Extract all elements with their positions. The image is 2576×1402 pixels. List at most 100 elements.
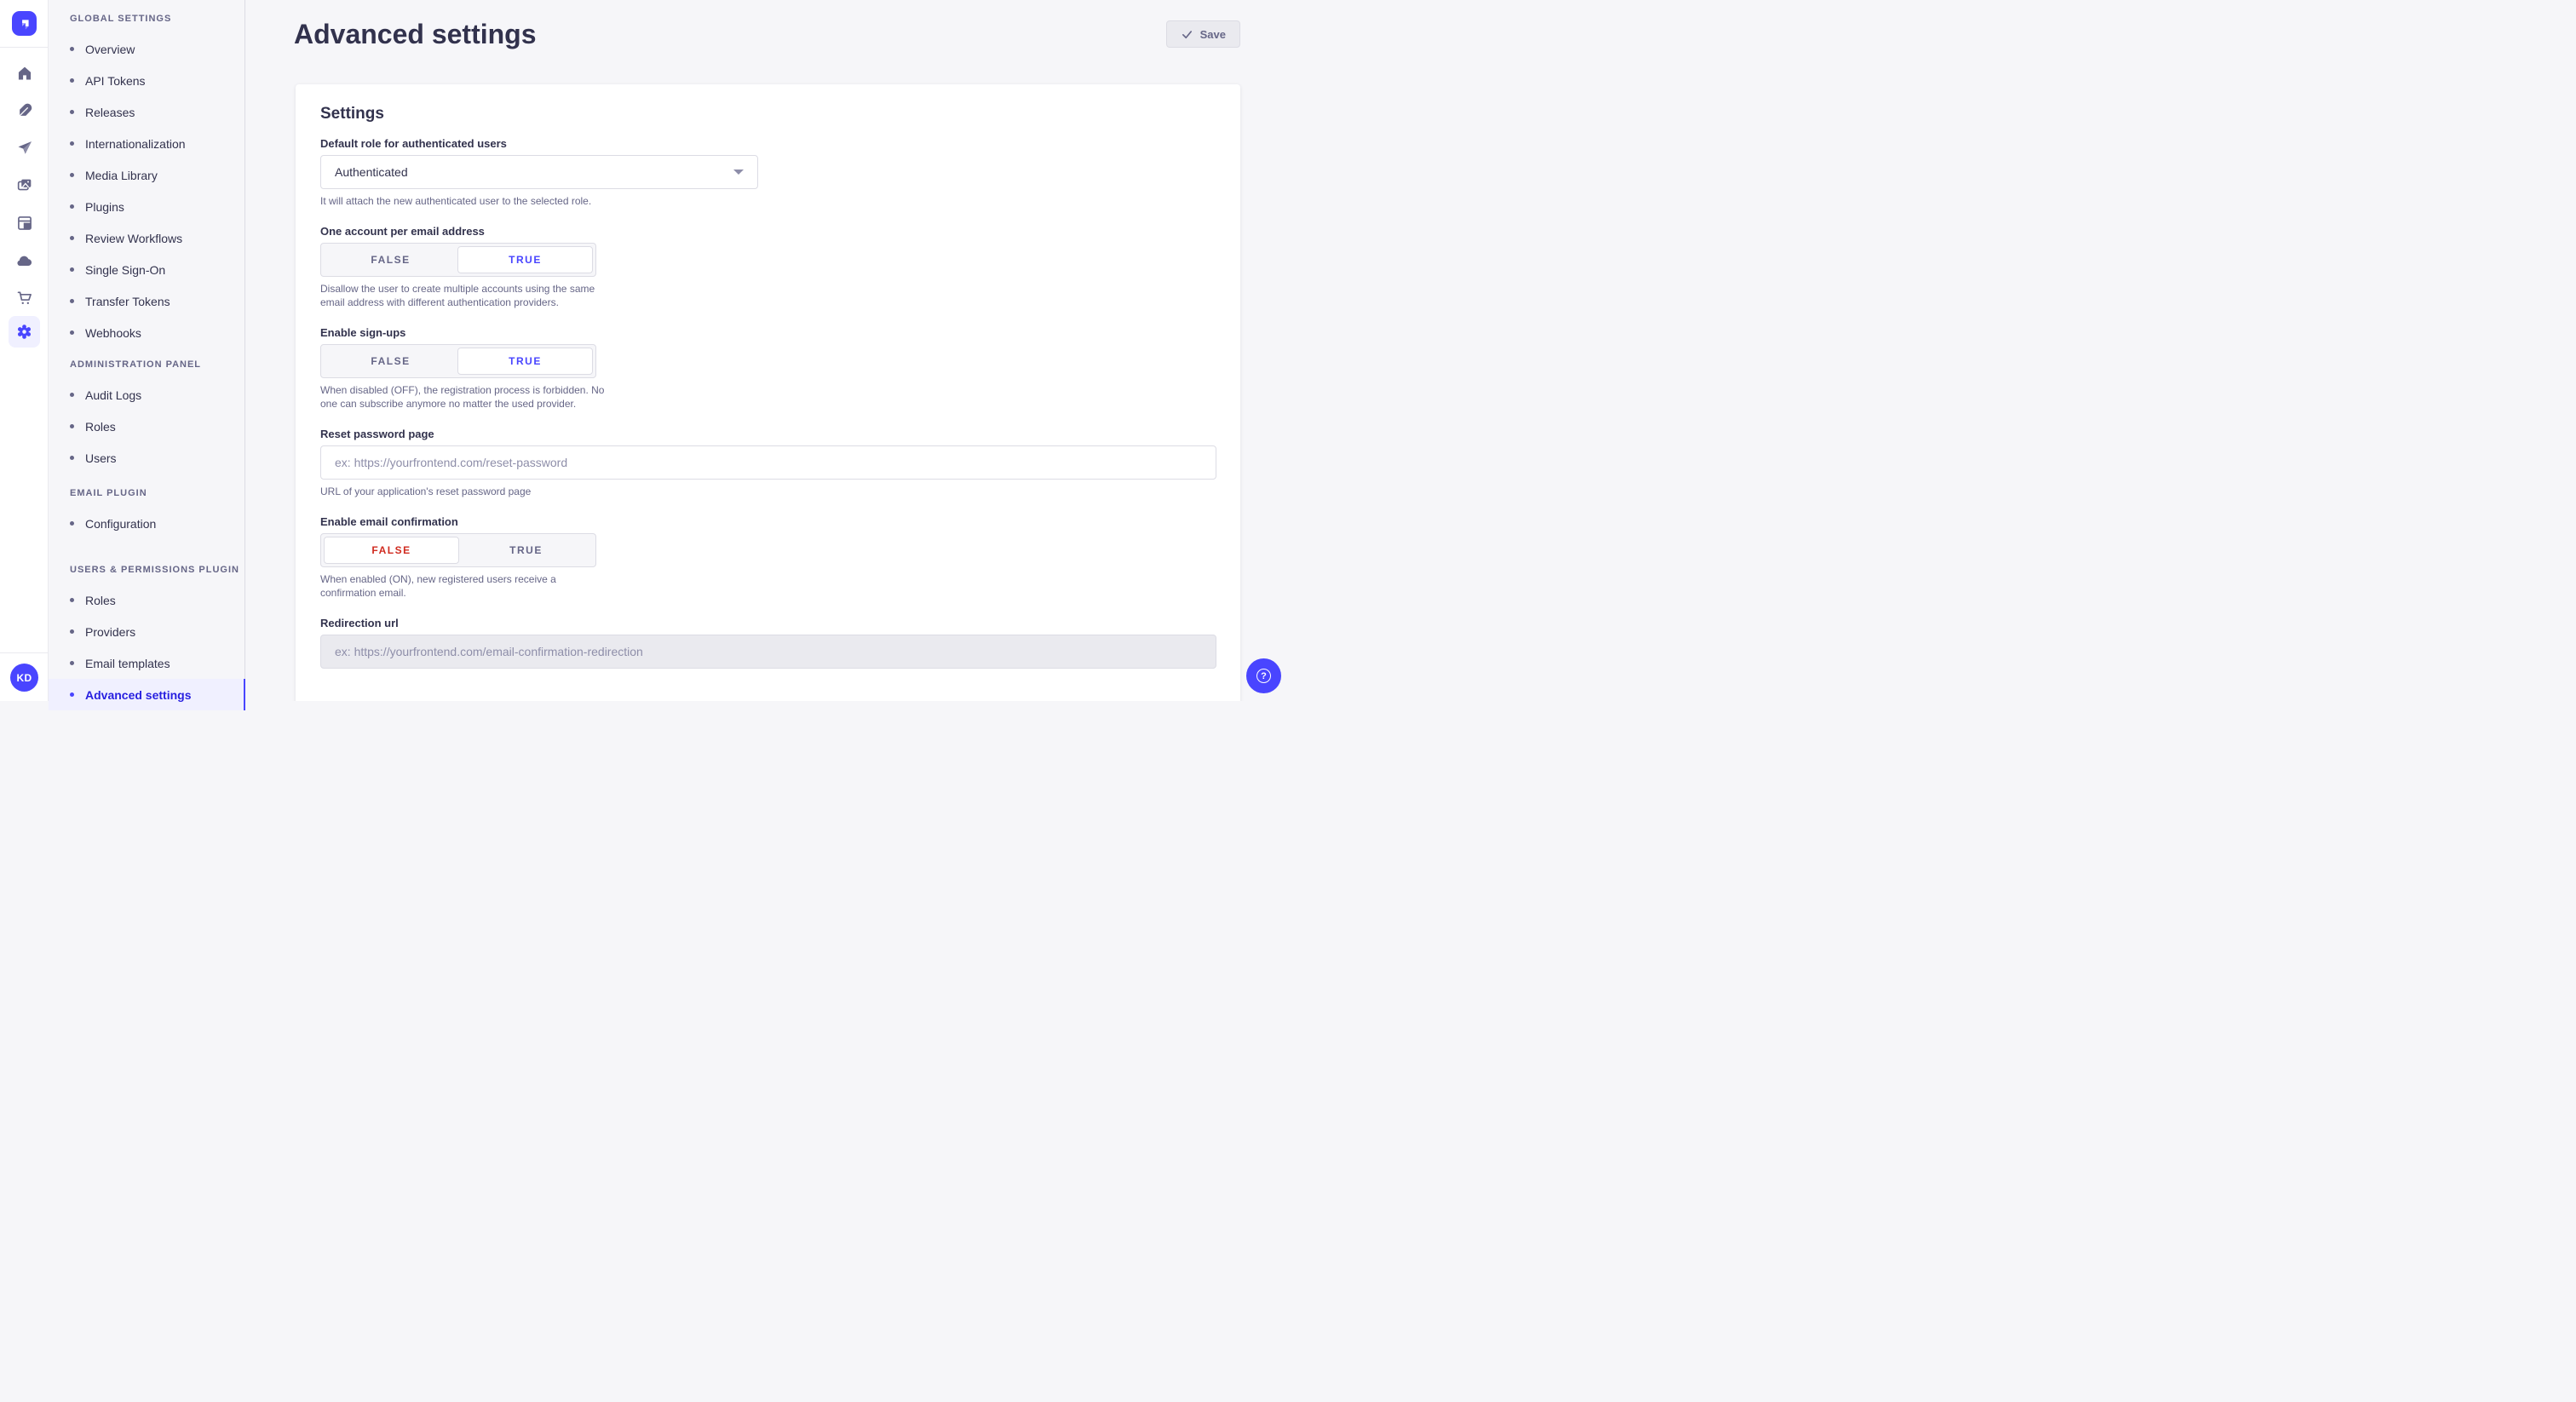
sidebar-item-label: Webhooks	[85, 326, 141, 340]
sidebar-item-label: API Tokens	[85, 74, 146, 88]
help-button[interactable]: ?	[1246, 658, 1281, 693]
sidebar-item-configuration[interactable]: Configuration	[49, 508, 244, 539]
field-default-role: Default role for authenticated users Aut…	[320, 137, 1216, 208]
sidebar-item-releases[interactable]: Releases	[49, 96, 244, 128]
sidebar-item-label: Roles	[85, 420, 116, 434]
settings-sidebar: GLOBAL SETTINGS Overview API Tokens Release…	[49, 0, 245, 701]
sidebar-item-label: Users	[85, 451, 117, 465]
sidebar-item-label: Releases	[85, 106, 135, 119]
bullet-icon	[70, 173, 74, 177]
sidebar-item-webhooks[interactable]: Webhooks	[49, 317, 244, 348]
sidebar-item-label: Overview	[85, 43, 135, 56]
send-icon[interactable]	[0, 131, 49, 165]
sidebar-item-plugins[interactable]: Plugins	[49, 191, 244, 222]
sidebar-item-roles[interactable]: Roles	[49, 584, 244, 616]
sidebar-item-users[interactable]: Users	[49, 442, 244, 474]
bullet-icon	[70, 424, 74, 428]
field-label: Redirection url	[320, 617, 1216, 630]
save-button[interactable]: Save	[1166, 20, 1240, 48]
bullet-icon	[70, 110, 74, 114]
field-label: Enable email confirmation	[320, 515, 1216, 529]
field-label: Default role for authenticated users	[320, 137, 1216, 151]
field-hint: Disallow the user to create multiple acc…	[320, 282, 610, 309]
sidebar-item-roles[interactable]: Roles	[49, 411, 244, 442]
sidebar-item-single-sign-on[interactable]: Single Sign-On	[49, 254, 244, 285]
sidebar-item-review-workflows[interactable]: Review Workflows	[49, 222, 244, 254]
nav-section-header: ADMINISTRATION PANEL	[49, 350, 244, 379]
field-label: Reset password page	[320, 428, 1216, 441]
bullet-icon	[70, 236, 74, 240]
field-hint: When disabled (OFF), the registration pr…	[320, 383, 610, 411]
question-mark-circle-icon: ?	[1256, 669, 1271, 683]
sidebar-item-label: Plugins	[85, 200, 124, 214]
sidebar-item-internationalization[interactable]: Internationalization	[49, 128, 244, 159]
sidebar-item-label: Single Sign-On	[85, 263, 165, 277]
toggle-option-true[interactable]: TRUE	[457, 348, 593, 375]
bullet-icon	[70, 267, 74, 272]
bullet-icon	[70, 78, 74, 83]
sidebar-item-label: Audit Logs	[85, 388, 141, 402]
sidebar-item-label: Advanced settings	[85, 688, 191, 702]
field-label: One account per email address	[320, 225, 1216, 238]
settings-gear-icon[interactable]	[9, 316, 40, 348]
cloud-icon[interactable]	[0, 244, 49, 278]
home-icon[interactable]	[0, 56, 49, 90]
one-account-toggle: FALSE TRUE	[320, 243, 596, 277]
toggle-option-false[interactable]: FALSE	[324, 537, 459, 564]
sidebar-item-transfer-tokens[interactable]: Transfer Tokens	[49, 285, 244, 317]
field-enable-email-confirmation: Enable email confirmation FALSE TRUE Whe…	[320, 515, 1216, 600]
save-button-label: Save	[1200, 28, 1226, 41]
page-title: Advanced settings	[294, 19, 537, 50]
chevron-down-icon	[733, 170, 744, 175]
field-label: Enable sign-ups	[320, 326, 1216, 340]
email-confirmation-toggle: FALSE TRUE	[320, 533, 596, 567]
field-reset-password-page: Reset password page URL of your applicat…	[320, 428, 1216, 498]
nav-section-header: GLOBAL SETTINGS	[49, 4, 244, 33]
bullet-icon	[70, 692, 74, 697]
toggle-option-false[interactable]: FALSE	[324, 246, 457, 273]
cart-icon[interactable]	[0, 281, 49, 315]
feather-icon[interactable]	[0, 94, 49, 128]
sidebar-item-label: Review Workflows	[85, 232, 182, 245]
toggle-option-false[interactable]: FALSE	[324, 348, 457, 375]
sidebar-item-label: Providers	[85, 625, 135, 639]
strapi-logo[interactable]	[12, 11, 37, 36]
sidebar-item-providers[interactable]: Providers	[49, 616, 244, 647]
select-value: Authenticated	[335, 165, 408, 179]
sidebar-item-audit-logs[interactable]: Audit Logs	[49, 379, 244, 411]
nav-section-header: EMAIL PLUGIN	[49, 479, 244, 508]
rail-divider	[0, 652, 48, 653]
settings-heading: Settings	[320, 105, 1216, 124]
settings-card: Settings Default role for authenticated …	[296, 84, 1240, 701]
sidebar-item-label: Media Library	[85, 169, 158, 182]
toggle-option-true[interactable]: TRUE	[459, 537, 593, 564]
sidebar-item-email-templates[interactable]: Email templates	[49, 647, 244, 679]
field-hint: URL of your application's reset password…	[320, 485, 1216, 498]
default-role-select[interactable]: Authenticated	[320, 155, 758, 189]
sidebar-item-label: Email templates	[85, 657, 170, 670]
reset-password-input[interactable]	[320, 445, 1216, 480]
page-header: Advanced settings Save	[245, 0, 1288, 49]
media-library-icon[interactable]	[0, 169, 49, 203]
layout-icon[interactable]	[0, 206, 49, 240]
toggle-option-true[interactable]: TRUE	[457, 246, 593, 273]
bullet-icon	[70, 629, 74, 634]
main-content: Advanced settings Save Settings Default …	[245, 0, 1288, 701]
redirection-url-input	[320, 635, 1216, 669]
icon-rail: KD	[0, 0, 49, 701]
bullet-icon	[70, 299, 74, 303]
sidebar-item-overview[interactable]: Overview	[49, 33, 244, 65]
strapi-logo-mark	[16, 15, 33, 32]
sidebar-item-label: Configuration	[85, 517, 156, 531]
field-hint: It will attach the new authenticated use…	[320, 194, 1216, 208]
bullet-icon	[70, 598, 74, 602]
sidebar-item-api-tokens[interactable]: API Tokens	[49, 65, 244, 96]
sidebar-item-media-library[interactable]: Media Library	[49, 159, 244, 191]
avatar[interactable]: KD	[10, 664, 38, 692]
field-redirection-url: Redirection url	[320, 617, 1216, 669]
sidebar-item-advanced-settings[interactable]: Advanced settings	[49, 679, 244, 710]
sidebar-item-label: Roles	[85, 594, 116, 607]
field-one-account-per-email: One account per email address FALSE TRUE…	[320, 225, 1216, 309]
bullet-icon	[70, 204, 74, 209]
sign-ups-toggle: FALSE TRUE	[320, 344, 596, 378]
